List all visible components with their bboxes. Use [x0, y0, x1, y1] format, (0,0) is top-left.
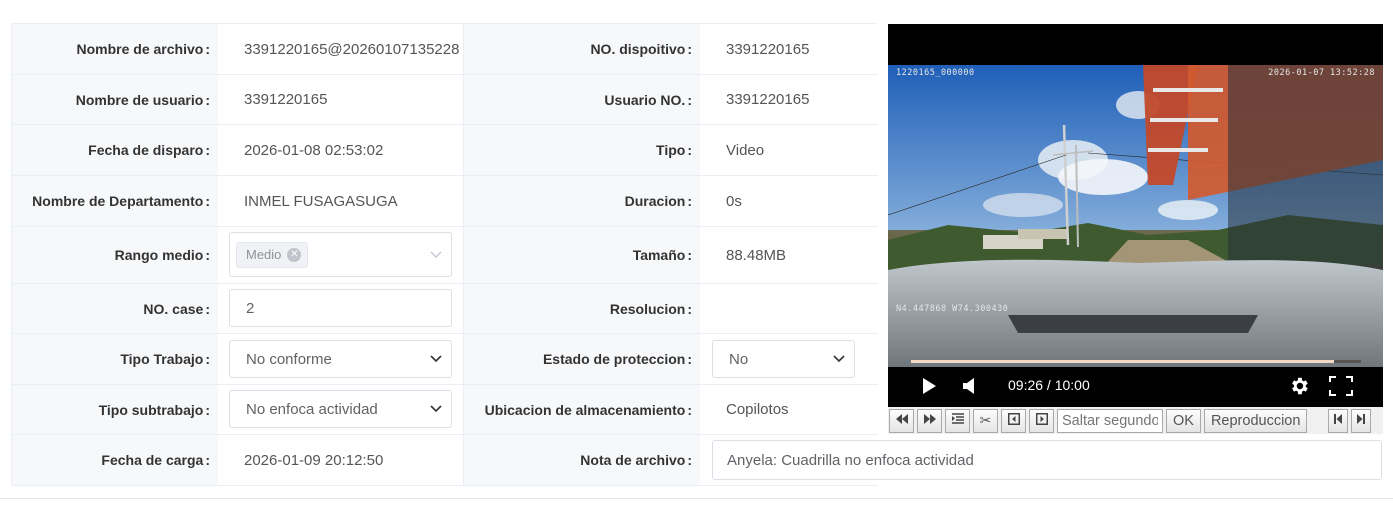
- value-no-dispositivo: 3391220165: [700, 24, 878, 75]
- scissors-icon: ✂: [979, 412, 992, 428]
- skip-end-icon: [1356, 413, 1366, 428]
- no-case-input[interactable]: 2: [229, 289, 452, 327]
- label-duracion: Duracion:: [464, 176, 700, 227]
- value-nombre-archivo: 3391220165@20260107135228: [218, 24, 464, 75]
- list-icon: [951, 413, 965, 428]
- label-tipo-subtrabajo: Tipo subtrabajo:: [12, 385, 218, 435]
- rango-medio-select[interactable]: Medio ✕: [229, 232, 452, 277]
- frame-back-icon: [1007, 413, 1020, 428]
- tipo-subtrabajo-select[interactable]: No enfoca actividad: [229, 390, 452, 428]
- label-no-dispositivo: NO. dispoitivo:: [464, 24, 700, 75]
- nota-archivo-input[interactable]: Anyela: Cuadrilla no enfoca actividad: [712, 440, 1382, 480]
- frame-forward-button[interactable]: [1029, 408, 1054, 433]
- seek-seconds-input[interactable]: [1062, 412, 1158, 429]
- seek-seconds-field[interactable]: [1057, 408, 1163, 433]
- volume-icon[interactable]: [962, 377, 978, 398]
- rango-medio-tag: Medio ✕: [236, 241, 309, 268]
- fast-forward-button[interactable]: [917, 408, 942, 433]
- label-ubicacion-almacenamiento: Ubicacion de almacenamiento:: [464, 385, 700, 435]
- dashcam-scene: [888, 65, 1383, 367]
- value-ubicacion-almacenamiento: Copilotos: [700, 385, 878, 435]
- skip-start-icon: [1333, 413, 1343, 428]
- time-display: 09:26 / 10:00: [1008, 377, 1090, 393]
- close-icon[interactable]: ✕: [287, 247, 302, 262]
- rewind-icon: [895, 413, 909, 428]
- video-frame[interactable]: 1220165_000000 2026-01-07 13:52:28 N4.44…: [888, 65, 1383, 367]
- progress-bar[interactable]: [911, 360, 1361, 363]
- label-estado-proteccion: Estado de proteccion:: [464, 334, 700, 385]
- label-tamano: Tamaño:: [464, 227, 700, 284]
- osd-gps: N4.447868 W74.300430: [896, 304, 1009, 314]
- value-fecha-disparo: 2026-01-08 02:53:02: [218, 125, 464, 176]
- gear-icon[interactable]: [1288, 375, 1310, 400]
- value-resolucion: [700, 284, 878, 334]
- playback-toolbar: ✂ OK Reproduccion: [888, 407, 1383, 434]
- label-fecha-disparo: Fecha de disparo:: [12, 125, 218, 176]
- value-nombre-usuario: 3391220165: [218, 75, 464, 125]
- tipo-trabajo-select[interactable]: No conforme: [229, 340, 452, 378]
- bottom-divider: [0, 498, 1393, 499]
- value-fecha-carga: 2026-01-09 20:12:50: [218, 435, 464, 486]
- play-icon[interactable]: [921, 377, 937, 398]
- clip-button[interactable]: ✂: [973, 408, 998, 433]
- label-rango-medio: Rango medio:: [12, 227, 218, 284]
- value-tipo: Video: [700, 125, 878, 176]
- label-nombre-archivo: Nombre de archivo:: [12, 24, 218, 75]
- label-nota-archivo: Nota de archivo:: [464, 435, 700, 486]
- value-nombre-departamento: INMEL FUSAGASUGA: [218, 176, 464, 227]
- value-tamano: 88.48MB: [700, 227, 878, 284]
- estado-proteccion-select[interactable]: No: [712, 340, 855, 378]
- frame-back-button[interactable]: [1001, 408, 1026, 433]
- chevron-down-icon: [421, 405, 451, 413]
- chevron-down-icon: [421, 355, 451, 363]
- skip-start-button[interactable]: [1328, 408, 1349, 433]
- osd-channel: 1220165_000000: [896, 68, 975, 78]
- fullscreen-icon[interactable]: [1329, 376, 1353, 399]
- fast-forward-icon: [923, 413, 937, 428]
- list-button[interactable]: [945, 408, 970, 433]
- frame-forward-icon: [1035, 413, 1048, 428]
- label-no-case: NO. case:: [12, 284, 218, 334]
- label-tipo: Tipo:: [464, 125, 700, 176]
- osd-timestamp: 2026-01-07 13:52:28: [1268, 68, 1375, 78]
- label-nombre-usuario: Nombre de usuario:: [12, 75, 218, 125]
- ok-button[interactable]: OK: [1166, 408, 1201, 433]
- rewind-button[interactable]: [889, 408, 914, 433]
- chevron-down-icon: [421, 251, 451, 259]
- label-tipo-trabajo: Tipo Trabajo:: [12, 334, 218, 385]
- label-nombre-departamento: Nombre de Departamento:: [12, 176, 218, 227]
- chevron-down-icon: [824, 355, 854, 363]
- video-controls: [888, 370, 1383, 400]
- value-duracion: 0s: [700, 176, 878, 227]
- skip-end-button[interactable]: [1351, 408, 1372, 433]
- video-player[interactable]: 1220165_000000 2026-01-07 13:52:28 N4.44…: [888, 24, 1383, 407]
- progress-fill: [911, 360, 1334, 363]
- label-resolucion: Resolucion:: [464, 284, 700, 334]
- label-usuario-no: Usuario NO.:: [464, 75, 700, 125]
- label-fecha-carga: Fecha de carga:: [12, 435, 218, 486]
- value-usuario-no: 3391220165: [700, 75, 878, 125]
- playback-button[interactable]: Reproduccion: [1203, 408, 1308, 433]
